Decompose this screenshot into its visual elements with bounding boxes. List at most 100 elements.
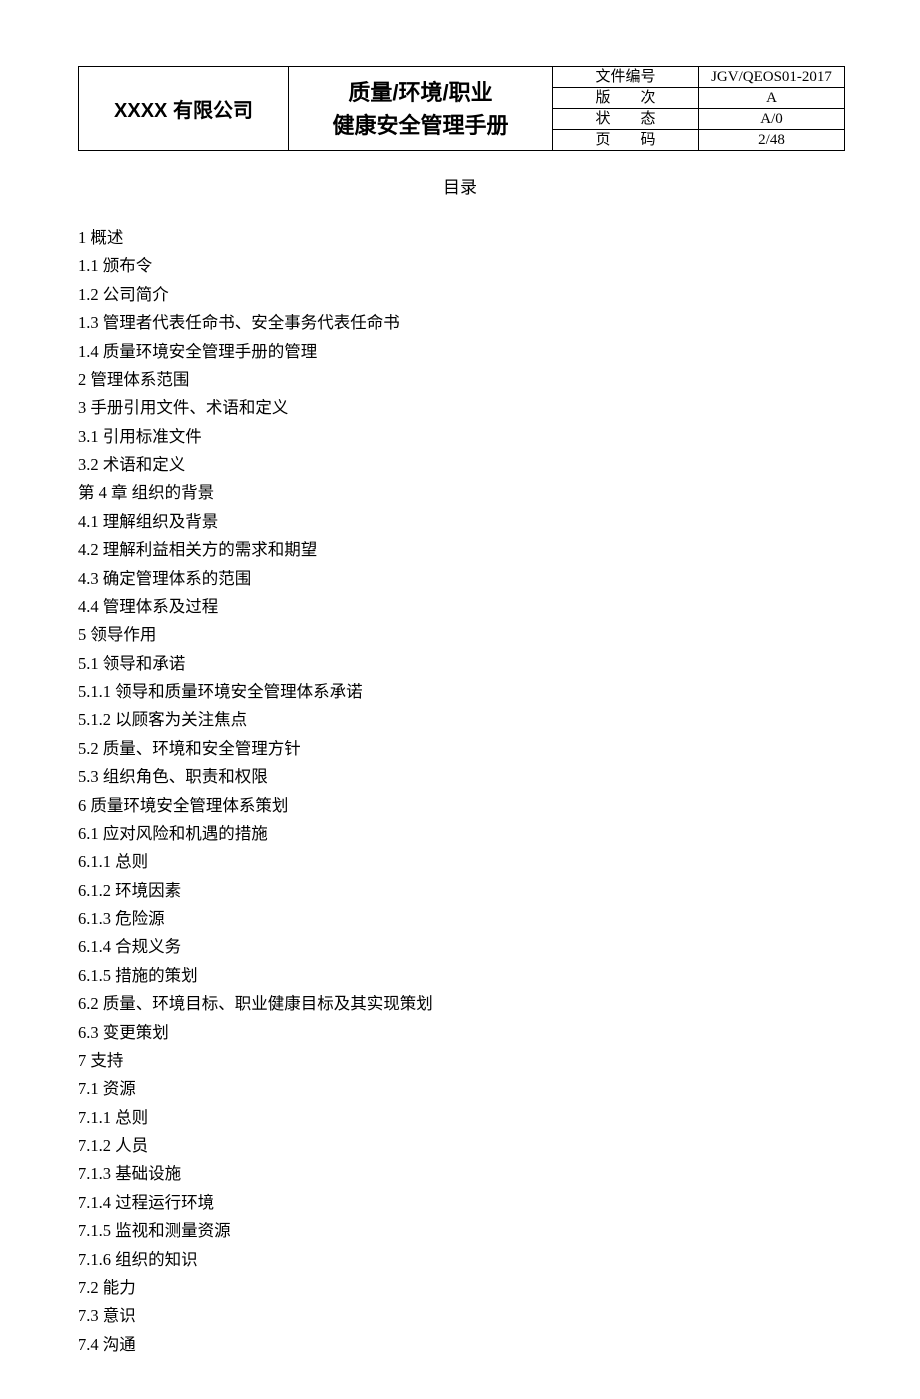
- toc-number: 6.1.4: [78, 937, 111, 956]
- toc-text: 手册引用文件、术语和定义: [90, 398, 288, 417]
- toc-text: 总则: [115, 852, 148, 871]
- meta-value-version: A: [699, 88, 845, 109]
- meta-value-doc-no: JGV/QEOS01-2017: [699, 67, 845, 88]
- toc-text: 管理体系范围: [90, 370, 189, 389]
- toc-entry: 4.3 确定管理体系的范围: [78, 565, 842, 593]
- meta-label-status: 状 态: [553, 109, 699, 130]
- toc-entry: 4.2 理解利益相关方的需求和期望: [78, 536, 842, 564]
- toc-number: 7.1: [78, 1079, 99, 1098]
- toc-number: 4.3: [78, 569, 99, 588]
- toc-number: 7.1.1: [78, 1108, 111, 1127]
- toc-text: 措施的策划: [115, 966, 198, 985]
- toc-entry: 6 质量环境安全管理体系策划: [78, 792, 842, 820]
- meta-label-version: 版 次: [553, 88, 699, 109]
- toc-number: 7.1.3: [78, 1164, 111, 1183]
- toc-text: 资源: [103, 1079, 136, 1098]
- toc-number: 6.1.2: [78, 881, 111, 900]
- toc-text: 以顾客为关注焦点: [115, 710, 247, 729]
- toc-text: 概述: [90, 228, 123, 247]
- toc-entry: 7.3 意识: [78, 1302, 842, 1330]
- toc-entry: 第 4 章 组织的背景: [78, 479, 842, 507]
- toc-text: 环境因素: [115, 881, 181, 900]
- toc-entry: 4.4 管理体系及过程: [78, 593, 842, 621]
- toc-entry: 5.2 质量、环境和安全管理方针: [78, 735, 842, 763]
- toc-number: 5.2: [78, 739, 99, 758]
- toc-entry: 5.1.2 以顾客为关注焦点: [78, 706, 842, 734]
- toc-number: 7.1.4: [78, 1193, 111, 1212]
- toc-entry: 7.1.1 总则: [78, 1104, 842, 1132]
- toc-number: 6.2: [78, 994, 99, 1013]
- toc-entry: 6.1.5 措施的策划: [78, 962, 842, 990]
- toc-entry: 1 概述: [78, 224, 842, 252]
- toc-text: 领导作用: [90, 625, 156, 644]
- toc-entry: 7.1.2 人员: [78, 1132, 842, 1160]
- doc-title-line1: 质量/环境/职业: [289, 76, 552, 109]
- toc-entry: 7.1 资源: [78, 1075, 842, 1103]
- meta-value-status: A/0: [699, 109, 845, 130]
- toc-text: 组织的知识: [115, 1250, 198, 1269]
- toc-number: 6.1.3: [78, 909, 111, 928]
- toc-entry: 5.1 领导和承诺: [78, 650, 842, 678]
- toc-text: 管理体系及过程: [103, 597, 219, 616]
- toc-entry: 7.1.5 监视和测量资源: [78, 1217, 842, 1245]
- toc-text: 术语和定义: [103, 455, 186, 474]
- toc-entry: 5.3 组织角色、职责和权限: [78, 763, 842, 791]
- toc-text: 能力: [103, 1278, 136, 1297]
- toc-text: 应对风险和机遇的措施: [103, 824, 268, 843]
- toc-text: 支持: [90, 1051, 123, 1070]
- toc-text: 领导和质量环境安全管理体系承诺: [115, 682, 363, 701]
- toc-number: 6.1: [78, 824, 99, 843]
- toc-number: 1.3: [78, 313, 99, 332]
- doc-title-cell: 质量/环境/职业 健康安全管理手册: [289, 67, 553, 151]
- toc-entry: 7.2 能力: [78, 1274, 842, 1302]
- toc-text: 变更策划: [103, 1023, 169, 1042]
- toc-text: 质量环境安全管理手册的管理: [103, 342, 318, 361]
- toc-number: 6.1.5: [78, 966, 111, 985]
- toc-number: 1.1: [78, 256, 99, 275]
- toc-number: 1.4: [78, 342, 99, 361]
- doc-title-line2: 健康安全管理手册: [289, 109, 552, 142]
- company-name: XXXX 有限公司: [114, 100, 253, 122]
- meta-label-page: 页 码: [553, 130, 699, 151]
- toc-number: 5.1.2: [78, 710, 111, 729]
- toc-number: 7.1.6: [78, 1250, 111, 1269]
- toc-entry: 6.1.4 合规义务: [78, 933, 842, 961]
- toc-text: 质量环境安全管理体系策划: [90, 796, 288, 815]
- toc-list: 1 概述 1.1 颁布令 1.2 公司简介 1.3 管理者代表任命书、安全事务代…: [78, 224, 842, 1359]
- toc-entry: 3 手册引用文件、术语和定义: [78, 394, 842, 422]
- toc-entry: 2 管理体系范围: [78, 366, 842, 394]
- toc-entry: 7.4 沟通: [78, 1331, 842, 1359]
- toc-number: 第 4 章: [78, 483, 128, 502]
- toc-number: 5.3: [78, 767, 99, 786]
- toc-entry: 6.1.2 环境因素: [78, 877, 842, 905]
- toc-number: 7: [78, 1051, 86, 1070]
- meta-value-page: 2/48: [699, 130, 845, 151]
- toc-text: 理解组织及背景: [103, 512, 219, 531]
- toc-number: 1.2: [78, 285, 99, 304]
- toc-number: 3: [78, 398, 86, 417]
- toc-text: 意识: [103, 1306, 136, 1325]
- toc-heading: 目录: [78, 173, 842, 198]
- toc-text: 过程运行环境: [115, 1193, 214, 1212]
- toc-number: 6: [78, 796, 86, 815]
- toc-text: 危险源: [115, 909, 165, 928]
- toc-text: 质量、环境目标、职业健康目标及其实现策划: [103, 994, 433, 1013]
- toc-text: 人员: [115, 1136, 148, 1155]
- toc-number: 2: [78, 370, 86, 389]
- toc-entry: 1.2 公司简介: [78, 281, 842, 309]
- toc-entry: 4.1 理解组织及背景: [78, 508, 842, 536]
- toc-number: 1: [78, 228, 86, 247]
- toc-text: 质量、环境和安全管理方针: [103, 739, 301, 758]
- toc-number: 3.1: [78, 427, 99, 446]
- toc-number: 5.1: [78, 654, 99, 673]
- document-page: XXXX 有限公司 质量/环境/职业 健康安全管理手册 文件编号 JGV/QEO…: [0, 0, 920, 1399]
- toc-entry: 7.1.4 过程运行环境: [78, 1189, 842, 1217]
- toc-text: 颁布令: [103, 256, 153, 275]
- toc-entry: 5.1.1 领导和质量环境安全管理体系承诺: [78, 678, 842, 706]
- toc-entry: 5 领导作用: [78, 621, 842, 649]
- toc-text: 基础设施: [115, 1164, 181, 1183]
- toc-text: 领导和承诺: [103, 654, 186, 673]
- toc-text: 组织的背景: [132, 483, 215, 502]
- toc-entry: 6.3 变更策划: [78, 1019, 842, 1047]
- toc-entry: 6.1 应对风险和机遇的措施: [78, 820, 842, 848]
